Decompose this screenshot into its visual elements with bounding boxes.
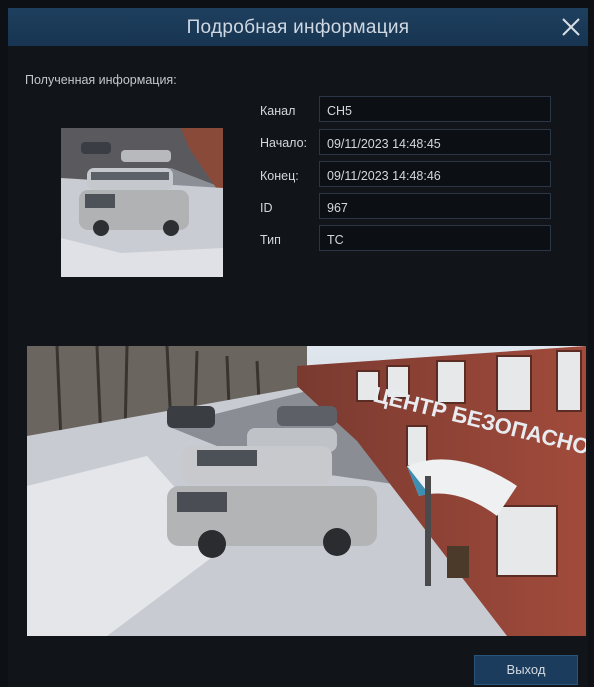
dialog-title: Подробная информация: [186, 17, 410, 38]
field-label: Начало:: [260, 136, 308, 150]
exit-button[interactable]: Выход: [474, 655, 578, 685]
field-value: 967: [319, 193, 551, 219]
field-label: Канал: [260, 104, 296, 118]
field-value: TC: [319, 225, 551, 251]
snapshot-thumbnail: [61, 128, 223, 277]
field-value: 09/11/2023 14:48:45: [319, 129, 551, 155]
field-label: Конец:: [260, 169, 299, 183]
field-value: 09/11/2023 14:48:46: [319, 161, 551, 187]
field-value: CH5: [319, 96, 551, 122]
field-label: ID: [260, 201, 273, 215]
received-info-label: Полученная информация:: [25, 73, 177, 87]
field-label: Тип: [260, 233, 281, 247]
snapshot-image: ЦЕНТР БЕЗОПАСНОС: [27, 346, 586, 636]
title-bar: Подробная информация: [8, 8, 588, 46]
close-icon[interactable]: [556, 12, 586, 42]
